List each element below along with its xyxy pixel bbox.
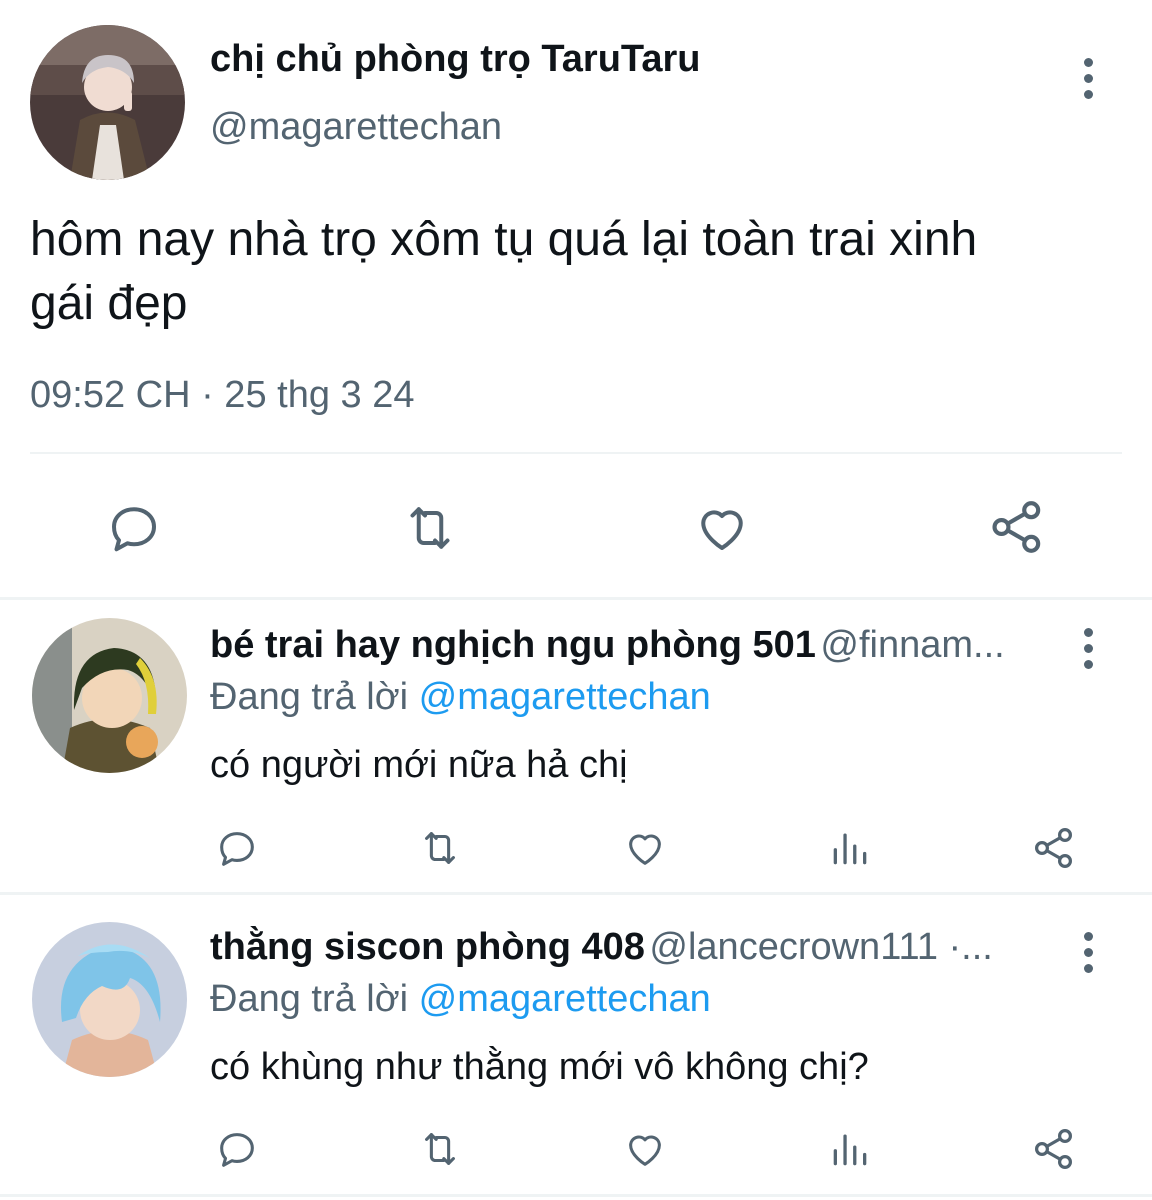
tweet-timestamp[interactable]: 09:52 CH · 25 thg 3 24 xyxy=(30,374,414,417)
author-handle[interactable]: @magarettechan xyxy=(210,106,502,149)
reply-icon[interactable] xyxy=(104,498,164,558)
reply-text: có khùng như thằng mới vô không chị? xyxy=(210,1046,869,1088)
reply-icon[interactable] xyxy=(214,1126,260,1172)
like-icon[interactable] xyxy=(692,498,752,558)
section-divider xyxy=(0,1194,1152,1197)
author-name[interactable]: chị chủ phòng trọ TaruTaru xyxy=(210,38,700,81)
section-divider xyxy=(0,892,1152,895)
section-divider xyxy=(0,597,1152,600)
views-icon[interactable] xyxy=(828,1127,872,1171)
reply-icon[interactable] xyxy=(214,825,260,871)
replying-to-mention[interactable]: @magarettechan xyxy=(419,676,711,718)
share-icon[interactable] xyxy=(1030,1125,1078,1173)
tweet-text-line2: gái đẹp xyxy=(30,277,188,330)
author-name[interactable]: thằng siscon phòng 408 xyxy=(210,926,645,968)
avatar[interactable] xyxy=(32,618,187,773)
author-handle[interactable]: @lancecrown111 ·... xyxy=(649,926,992,968)
avatar-image xyxy=(30,25,185,180)
share-icon[interactable] xyxy=(986,496,1048,558)
retweet-icon[interactable] xyxy=(398,498,462,558)
replying-to-mention[interactable]: @magarettechan xyxy=(419,978,711,1020)
retweet-icon[interactable] xyxy=(414,1126,466,1172)
share-icon[interactable] xyxy=(1030,824,1078,872)
more-options-icon[interactable] xyxy=(1082,628,1094,669)
avatar[interactable] xyxy=(32,922,187,1077)
like-icon[interactable] xyxy=(622,1126,668,1172)
author-handle[interactable]: @finnam... xyxy=(820,624,1004,666)
avatar-image xyxy=(32,618,187,773)
like-icon[interactable] xyxy=(622,825,668,871)
more-options-icon[interactable] xyxy=(1082,932,1094,973)
replying-to-label: Đang trả lời xyxy=(210,676,409,718)
author-name[interactable]: bé trai hay nghịch ngu phòng 501 xyxy=(210,624,816,666)
replying-to-label: Đang trả lời xyxy=(210,978,409,1020)
more-options-icon[interactable] xyxy=(1082,58,1094,99)
tweet-text-line1: hôm nay nhà trọ xôm tụ quá lại toàn trai… xyxy=(30,213,978,266)
avatar[interactable] xyxy=(30,25,185,180)
reply-text: có người mới nữa hả chị xyxy=(210,744,628,786)
divider xyxy=(30,452,1122,454)
retweet-icon[interactable] xyxy=(414,825,466,871)
avatar-image xyxy=(32,922,187,1077)
views-icon[interactable] xyxy=(828,826,872,870)
